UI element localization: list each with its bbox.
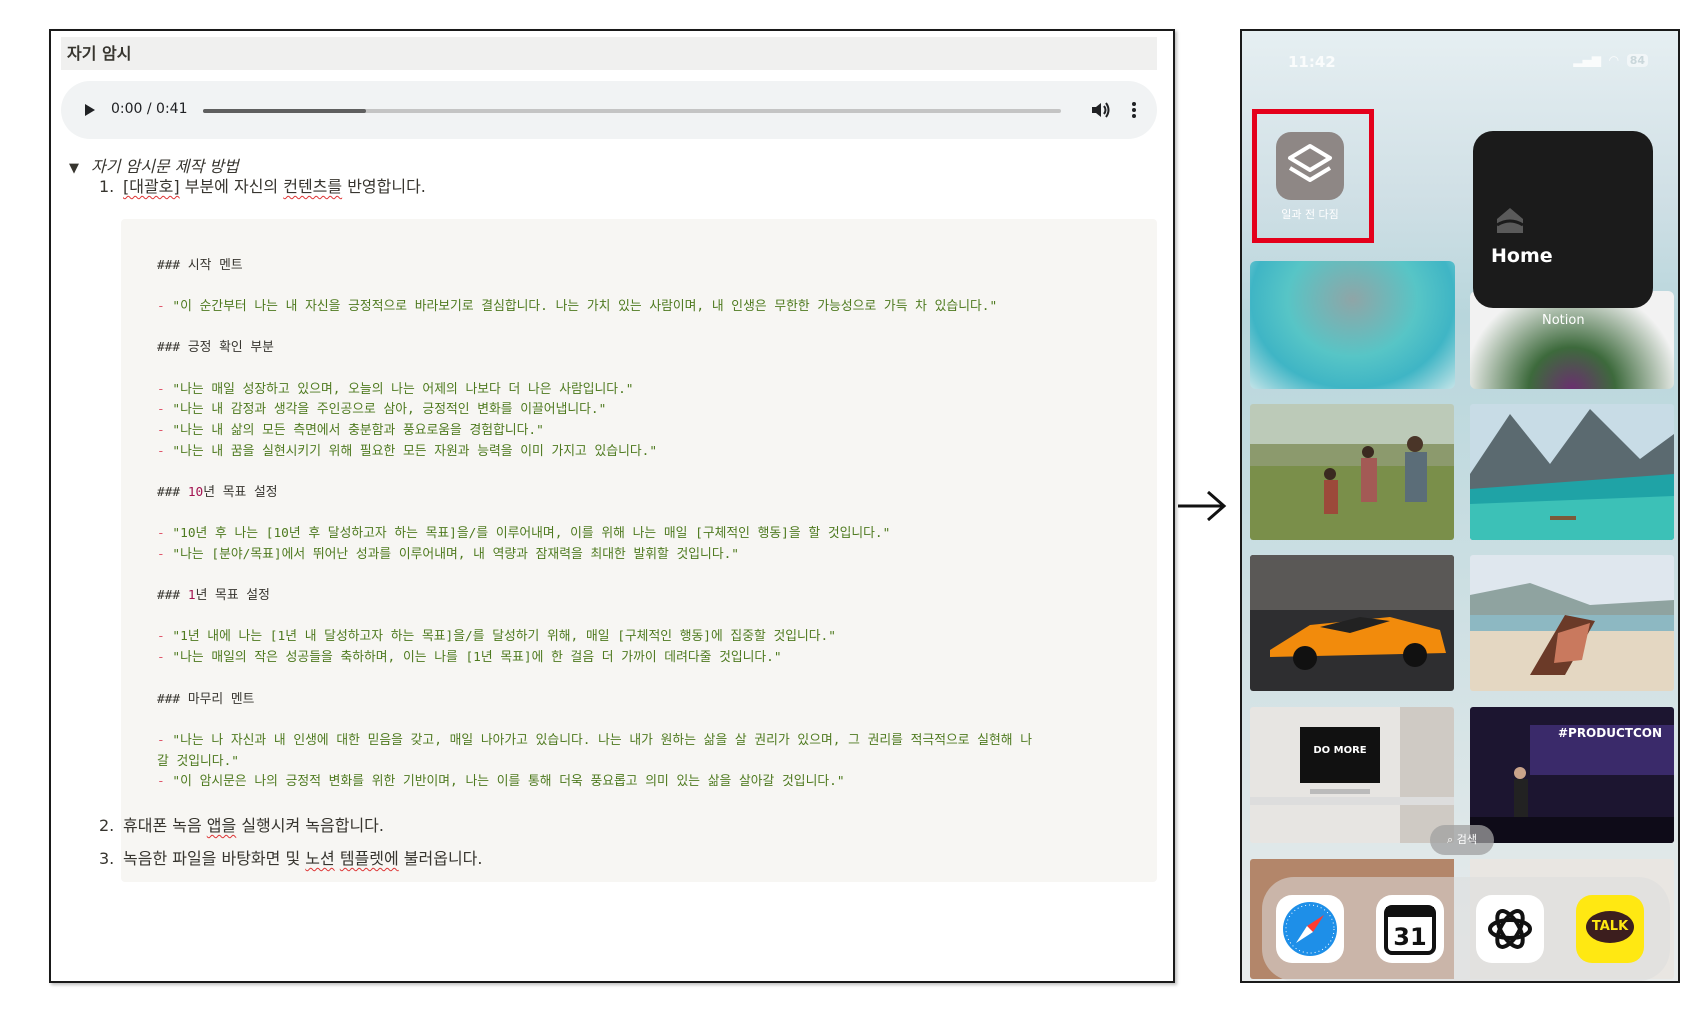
dock: 31 TALK bbox=[1262, 877, 1670, 981]
code-bullet-line: - "나는 매일 성장하고 있으며, 오늘의 나는 어제의 나보다 더 나은 사… bbox=[157, 382, 634, 397]
wallpaper-background bbox=[1250, 261, 1455, 389]
step-1: 1. [대괄호] 부분에 자신의 컨텐츠를 반영합니다. bbox=[99, 177, 426, 196]
phone-home-screen: 11:42 ▂▄▆ ◠ 84 일과 전 다짐 Home Notion DO MO… bbox=[1240, 29, 1680, 983]
audio-time: 0:00 / 0:41 bbox=[111, 101, 188, 117]
home-widget[interactable]: Home bbox=[1473, 131, 1653, 308]
code-bullet-line: - "이 암시문은 나의 긍정적 변화를 위한 기반이며, 나는 이를 통해 더… bbox=[157, 774, 845, 789]
code-heading-line: ### 10년 목표 설정 bbox=[157, 485, 278, 500]
toggle-triangle-icon[interactable]: ▼ bbox=[69, 161, 79, 176]
photo-beach-chair[interactable] bbox=[1470, 555, 1674, 691]
step-3: 3. 녹음한 파일을 바탕화면 및 노션 템플렛에 불러옵니다. bbox=[99, 849, 483, 868]
code-bullet-line: - "나는 매일의 작은 성공들을 축하하며, 이는 나를 [1년 목표]에 한… bbox=[157, 650, 782, 665]
play-icon[interactable] bbox=[83, 103, 97, 117]
photo-sports-car[interactable] bbox=[1250, 555, 1454, 691]
code-heading-line: ### 긍정 확인 부분 bbox=[157, 340, 274, 355]
photo-desk-setup[interactable]: DO MORE bbox=[1250, 707, 1454, 843]
highlight-box bbox=[1252, 109, 1374, 243]
volume-icon[interactable] bbox=[1091, 101, 1111, 119]
code-block[interactable]: ### 시작 멘트 - "이 순간부터 나는 내 자신을 긍정적으로 바라보기로 … bbox=[121, 219, 1157, 882]
notion-widget-label: Notion bbox=[1542, 313, 1585, 328]
photo-family-field[interactable] bbox=[1250, 404, 1454, 540]
search-button[interactable]: ⌕ 검색 bbox=[1430, 825, 1494, 855]
code-bullet-line: - "나는 [분야/목표]에서 뛰어난 성과를 이루어내며, 내 역량과 잠재력… bbox=[157, 547, 740, 562]
home-icon bbox=[1496, 208, 1524, 233]
audio-progress-fill bbox=[203, 109, 367, 113]
chatgpt-icon[interactable] bbox=[1476, 895, 1544, 963]
code-bullet-line: - "10년 후 나는 [10년 후 달성하고자 하는 목표]을/를 이루어내며… bbox=[157, 526, 891, 541]
status-icons: ▂▄▆ ◠ 84 bbox=[1573, 53, 1648, 67]
photo-mountain-lake[interactable] bbox=[1470, 404, 1674, 540]
code-bullet-line: - "나는 내 삶의 모든 측면에서 충분함과 풍요로움을 경험합니다." bbox=[157, 423, 544, 438]
kakaotalk-icon[interactable]: TALK bbox=[1576, 895, 1644, 963]
audio-player[interactable]: 0:00 / 0:41 bbox=[61, 81, 1157, 139]
code-continuation-line: 갈 것입니다." bbox=[157, 754, 239, 769]
desk-poster-text: DO MORE bbox=[1313, 745, 1366, 756]
code-bullet-line: - "나는 내 꿈을 실현시키기 위해 필요한 모든 자원과 능력을 이미 가지… bbox=[157, 444, 658, 459]
status-bar: 11:42 ▂▄▆ ◠ 84 bbox=[1242, 31, 1678, 91]
battery-icon: 84 bbox=[1626, 54, 1648, 67]
calendar-icon[interactable]: 31 bbox=[1376, 895, 1444, 963]
code-heading-line: ### 1년 목표 설정 bbox=[157, 588, 270, 603]
calendar-day: 31 bbox=[1393, 923, 1426, 951]
code-bullet-line: - "이 순간부터 나는 내 자신을 긍정적으로 바라보기로 결심합니다. 나는… bbox=[157, 299, 998, 314]
photo-conference[interactable]: #PRODUCTCON bbox=[1470, 707, 1674, 843]
audio-progress-bar[interactable] bbox=[203, 109, 1061, 113]
status-time: 11:42 bbox=[1288, 53, 1336, 71]
notion-page: 자기 암시 0:00 / 0:41 ▼ 자기 암시문 제작 방법 1. [대괄호] … bbox=[49, 29, 1175, 983]
arrow-right-icon bbox=[1178, 490, 1227, 522]
kakaotalk-label: TALK bbox=[1586, 911, 1634, 943]
code-heading-line: ### 시작 멘트 bbox=[157, 258, 243, 273]
conference-banner-text: #PRODUCTCON bbox=[1558, 726, 1662, 740]
home-widget-label: Home bbox=[1491, 245, 1553, 267]
code-heading-line: ### 마무리 멘트 bbox=[157, 692, 255, 707]
safari-icon[interactable] bbox=[1276, 895, 1344, 963]
code-bullet-line: - "나는 내 감정과 생각을 주인공으로 삼아, 긍정적인 변화를 이끌어냅니… bbox=[157, 402, 607, 417]
code-bullet-line: - "1년 내에 나는 [1년 내 달성하고자 하는 목표]을/를 달성하기 위… bbox=[157, 629, 836, 644]
step-2: 2. 휴대폰 녹음 앱을 실행시켜 녹음합니다. bbox=[99, 816, 384, 835]
more-vertical-icon[interactable] bbox=[1131, 101, 1137, 119]
search-icon: ⌕ bbox=[1447, 833, 1457, 846]
page-title: 자기 암시 bbox=[61, 37, 1157, 70]
code-bullet-line: - "나는 나 자신과 내 인생에 대한 믿음을 갖고, 매일 나아가고 있습니… bbox=[157, 733, 1033, 748]
